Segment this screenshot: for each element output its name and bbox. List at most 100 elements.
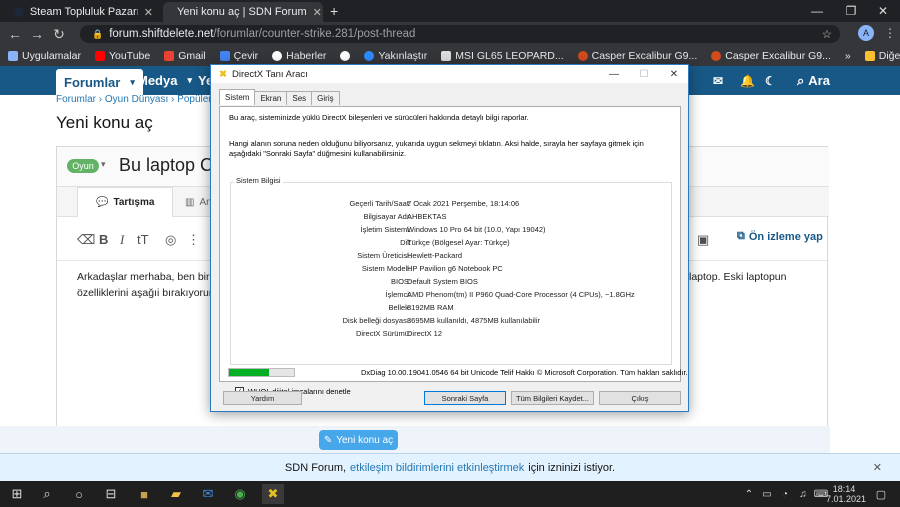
browser-tab-steam[interactable]: Steam Topluluk Pazarı :: M4A1-S ✕ [6,2,161,22]
steam-icon [14,7,24,17]
bookmark-label: Casper Excalibur G9... [725,50,831,62]
next-page-button[interactable]: Sonraki Sayfa [424,391,506,405]
forward-icon[interactable]: → [26,26,48,42]
file-explorer-icon[interactable]: ▰ [165,484,187,504]
browser-tab-sdn[interactable]: Yeni konu aç | SDN Forum ✕ [163,2,323,22]
lock-icon: 🔒 [92,28,104,39]
zoom-icon [364,51,375,61]
bookmark-casper-1[interactable]: Casper Excalibur G9... [577,50,698,62]
more-options-icon[interactable]: ⋮ [187,232,200,248]
exit-button[interactable]: Çıkış [599,391,681,405]
url-path: /forumlar/counter-strike.281/post-thread [213,28,416,40]
prefix-badge[interactable]: Oyun [67,159,99,173]
bookmark-msi[interactable]: MSI GL65 LEOPARD... [441,50,564,62]
mail-icon[interactable]: ✉ [197,484,219,504]
bookmark-label: YouTube [108,50,151,62]
close-tab-icon[interactable]: ✕ [144,6,153,19]
palette-icon[interactable]: ◎ [165,232,176,248]
notifications-icon[interactable]: ▢ [870,484,892,504]
search-icon[interactable]: ⌕ [36,484,58,504]
dialog-tabs: Sistem Ekran Ses Giriş [219,89,340,106]
create-thread-button[interactable]: ✎ Yeni konu aç [319,430,398,450]
minimize-button[interactable]: — [800,0,834,22]
minimize-button[interactable]: — [599,65,629,83]
eraser-icon[interactable]: ⌫ [77,232,95,248]
progress-fill [229,369,270,376]
bookmarks-more[interactable]: » [845,50,851,62]
directx-dialog: ✖ DirectX Tanı Aracı — ☐ ✕ Sistem Ekran … [210,64,689,412]
browser-tab-strip: Steam Topluluk Pazarı :: M4A1-S ✕ Yeni k… [0,0,900,22]
chrome-icon[interactable]: ◉ [229,484,251,504]
tab-poll[interactable]: ▥ An [185,187,212,217]
group-label: Sistem Bilgisi [234,176,283,185]
close-button[interactable]: ✕ [659,65,689,83]
info-value: Türkçe (Bölgesel Ayar: Türkçe) [407,238,510,247]
bookmark-label: Gmail [178,50,206,62]
menu-icon[interactable]: ⋮ [884,26,896,40]
tab-ses[interactable]: Ses [286,91,313,105]
other-bookmarks[interactable]: Diğer yer işaretleri [864,50,900,62]
body-text: laptop. Eski laptopun [689,271,787,283]
profile-avatar[interactable]: A [858,25,874,41]
bookmark-translate[interactable]: Çevir [219,50,258,62]
bookmark-label: Uygulamalar [22,50,81,62]
maximize-button: ☐ [639,68,649,80]
bookmarks-bar: Uygulamalar YouTube Gmail Çevir Haberler… [0,46,900,66]
italic-icon[interactable]: I [120,232,124,248]
bookmark-apps[interactable]: Uygulamalar [8,50,81,62]
clock[interactable]: 18:14 7.01.2021 [826,484,866,504]
chevron-down-icon[interactable]: ▾ [101,159,106,170]
close-window-button[interactable]: ✕ [866,0,900,22]
close-tab-icon[interactable]: ✕ [313,6,322,19]
globe-icon [340,51,351,61]
bold-icon[interactable]: B [99,232,108,247]
preview-label: Ön izleme yap [748,230,823,243]
bookmark-globe[interactable] [340,51,351,61]
task-view-icon[interactable]: ○ [68,484,90,504]
bookmark-label: Casper Excalibur G9... [591,50,698,62]
mail-icon[interactable]: ✉ [713,66,723,95]
nav-medya[interactable]: Medya ▾ [137,66,192,95]
directx-icon[interactable]: ✖ [262,484,284,504]
search-button[interactable]: ⌕ Ara [797,66,830,95]
tab-sistem[interactable]: Sistem [219,89,256,105]
save-draft-icon[interactable]: ▣ [697,232,709,248]
help-button[interactable]: Yardım [223,391,302,405]
store-icon[interactable]: ■ [133,484,155,504]
bookmark-news[interactable]: Haberler [272,50,326,62]
info-key: Sistem Üreticisi: [357,251,411,260]
system-info-row: Bellek: 8192MB RAM [231,303,673,315]
body-text: Arkadaşlar merhaba, ben bir cs [77,271,223,283]
enable-notifications-link[interactable]: etkileşim bildirimlerini etkinleştirmek [350,462,524,474]
bell-icon[interactable]: 🔔 [740,66,755,95]
plus-icon: ✎ [323,434,333,446]
tab-ekran[interactable]: Ekran [254,91,288,105]
apps-icon [8,51,18,61]
new-tab-button[interactable]: + [330,3,338,19]
close-icon[interactable]: ✕ [873,461,882,474]
windows-taskbar: ⊞ ⌕ ○ ⊟ ■ ▰ ✉ ◉ ✖ ⌃ ▭ ◔ ♫ ⌨ 18:14 7.01.2… [0,481,900,507]
bookmark-zoom[interactable]: Yakınlaştır [364,50,427,62]
bookmark-casper-2[interactable]: Casper Excalibur G9... [711,50,831,62]
url-bar[interactable]: 🔒 forum.shiftdelete.net/forumlar/counter… [80,25,840,43]
windows-start-icon[interactable]: ⊞ [6,484,28,504]
preview-icon: ⧉ [737,230,745,242]
tab-discussion[interactable]: 💬 Tartışma [77,187,174,217]
reload-icon[interactable]: ↻ [48,26,70,43]
widgets-icon[interactable]: ⊟ [100,484,122,504]
star-icon[interactable]: ☆ [822,27,832,41]
nav-forumlar[interactable]: Forumlar ▾ [56,69,143,95]
youtube-icon [94,51,105,61]
breadcrumb-item[interactable]: Oyun Dünyası [105,94,168,105]
maximize-button[interactable]: ❐ [834,0,868,22]
bookmark-gmail[interactable]: Gmail [164,50,206,62]
tab-giris[interactable]: Giriş [311,91,340,105]
moon-icon[interactable]: ☾ [765,66,776,95]
preview-button[interactable]: ⧉ Ön izleme yap [737,230,823,243]
save-all-button[interactable]: Tüm Bilgileri Kaydet... [511,391,594,405]
bookmark-youtube[interactable]: YouTube [94,50,151,62]
back-icon[interactable]: ← [4,26,26,42]
search-label: Ara [808,73,830,88]
text-size-icon[interactable]: tT [137,232,149,247]
breadcrumb-item[interactable]: Forumlar [56,94,96,105]
